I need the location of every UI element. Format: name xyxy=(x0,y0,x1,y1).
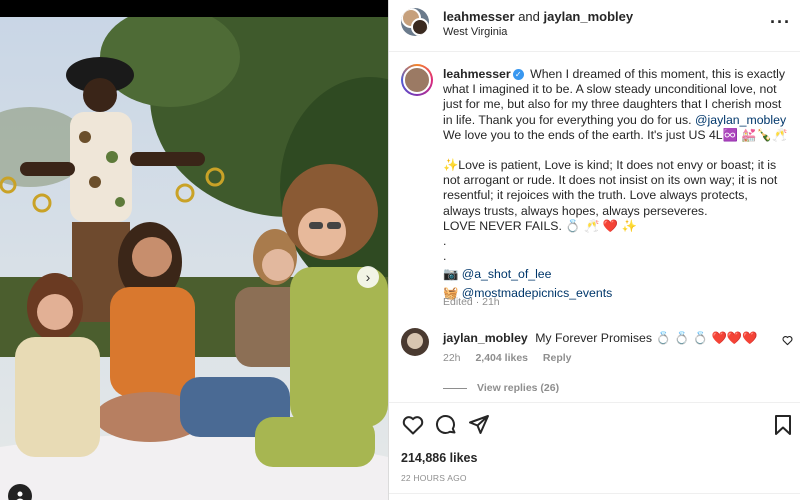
like-heart-icon[interactable] xyxy=(401,413,425,437)
replies-divider xyxy=(443,387,467,389)
post-caption: leahmesser ✓ When I dreamed of this momen… xyxy=(443,67,788,301)
photo-illustration xyxy=(0,17,388,500)
comments-area: leahmesser ✓ When I dreamed of this momen… xyxy=(389,52,800,402)
caption-username[interactable]: leahmesser xyxy=(443,67,511,81)
post-location[interactable]: West Virginia xyxy=(443,26,507,38)
view-replies-label: View replies (26) xyxy=(477,382,560,394)
comment-meta: 22h 2,404 likes Reply xyxy=(443,352,572,364)
post-photo[interactable]: › xyxy=(0,17,388,500)
comment-bubble-icon[interactable] xyxy=(434,413,458,437)
comment-time: 22h xyxy=(443,352,461,364)
comment-username[interactable]: jaylan_mobley xyxy=(443,331,528,345)
post-side-panel: leahmesser and jaylan_mobley West Virgin… xyxy=(388,0,800,500)
post-header: leahmesser and jaylan_mobley West Virgin… xyxy=(389,0,800,52)
comment-avatar[interactable] xyxy=(401,328,429,356)
comment: jaylan_mobley My Forever Promises 💍 💍 💍 … xyxy=(443,331,758,346)
bookmark-save-icon[interactable] xyxy=(771,413,795,437)
comment-text: My Forever Promises 💍 💍 💍 ❤️❤️❤️ xyxy=(535,331,758,345)
camera-icon: 📷 xyxy=(443,267,459,282)
user-icon xyxy=(16,491,24,500)
header-joiner: and xyxy=(518,9,540,24)
caption-paragraph-3: LOVE NEVER FAILS. 💍 🥂 ❤️ ✨ xyxy=(443,218,637,233)
verified-badge-icon: ✓ xyxy=(512,68,524,80)
caption-mention[interactable]: @jaylan_mobley xyxy=(695,113,786,127)
more-horizontal-icon[interactable]: ··· xyxy=(770,12,791,33)
caption-avatar[interactable] xyxy=(401,64,433,96)
post-likes-count[interactable]: 214,886 likes xyxy=(401,451,477,465)
comment-like-heart-icon[interactable] xyxy=(782,335,793,346)
header-avatar[interactable] xyxy=(401,8,429,36)
comment-likes[interactable]: 2,404 likes xyxy=(475,352,528,364)
top-strip xyxy=(0,0,388,17)
header-user-2[interactable]: jaylan_mobley xyxy=(544,9,634,24)
comment-reply-button[interactable]: Reply xyxy=(543,352,572,364)
header-usernames: leahmesser and jaylan_mobley xyxy=(443,9,633,24)
share-send-icon[interactable] xyxy=(467,413,491,437)
add-comment-bar[interactable] xyxy=(389,493,800,500)
caption-dot-1: . xyxy=(443,234,447,249)
post-timestamp: 22 HOURS AGO xyxy=(401,473,467,483)
view-replies-button[interactable]: View replies (26) xyxy=(443,382,559,394)
credit-photographer-link[interactable]: @a_shot_of_lee xyxy=(462,267,552,281)
next-image-button[interactable]: › xyxy=(357,266,379,288)
caption-text-2: We love you to the ends of the earth. It… xyxy=(443,127,788,142)
caption-edited-time: Edited · 21h xyxy=(443,296,500,308)
post-actions: 214,886 likes 22 HOURS AGO xyxy=(389,402,800,500)
caption-dot-2: . xyxy=(443,249,447,264)
chevron-right-icon: › xyxy=(365,269,371,285)
caption-paragraph-2: ✨Love is patient, Love is kind; It does … xyxy=(443,158,778,218)
credit-photographer: 📷 @a_shot_of_lee xyxy=(443,267,788,282)
header-user-1[interactable]: leahmesser xyxy=(443,9,515,24)
